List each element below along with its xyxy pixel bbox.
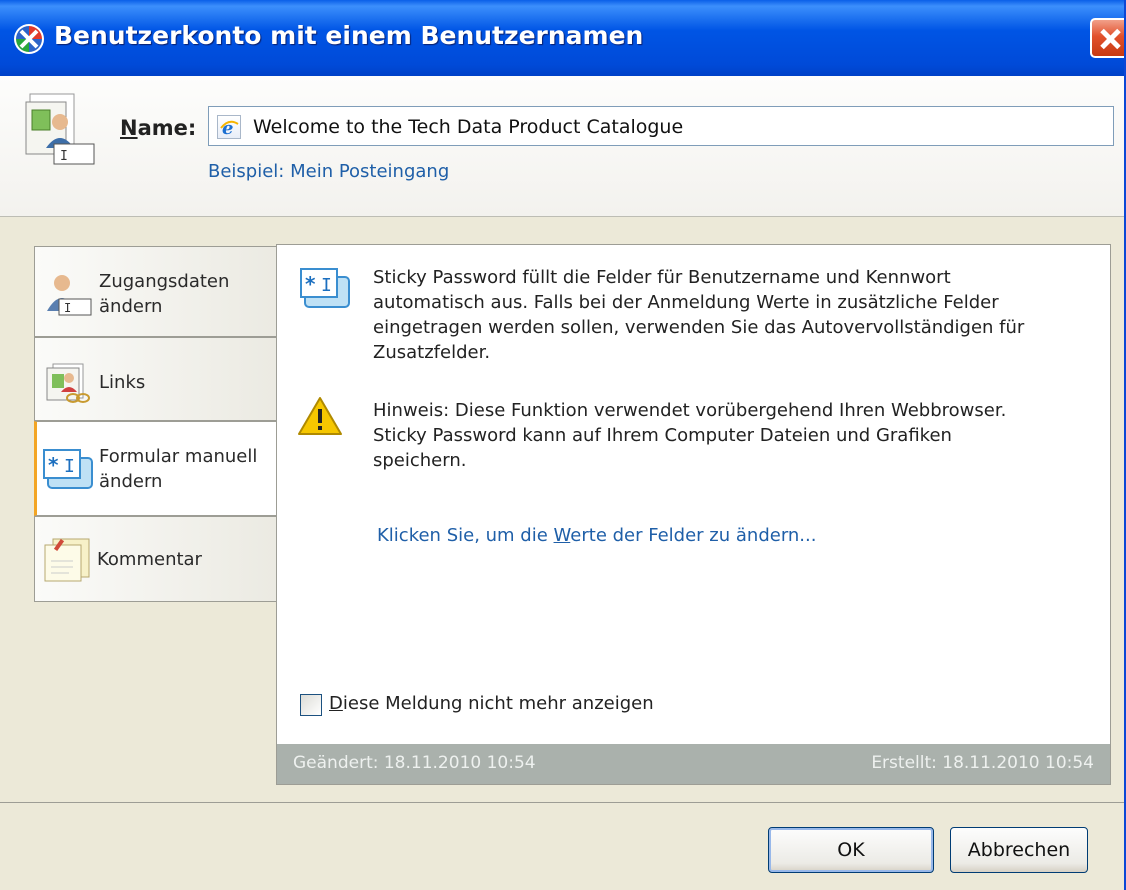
form-field-icon: * I bbox=[43, 449, 93, 489]
tab-credentials-label: Zugangsdaten ändern bbox=[99, 271, 230, 317]
app-logo-icon bbox=[14, 24, 44, 54]
close-button[interactable] bbox=[1090, 18, 1124, 58]
account-user-icon: I bbox=[25, 93, 95, 165]
tab-comment[interactable]: Kommentar bbox=[34, 516, 278, 602]
tab-links-label: Links bbox=[99, 372, 146, 393]
tab-form-manual-label: Formular manuell ändern bbox=[99, 446, 258, 492]
created-date: Erstellt: 18.11.2010 10:54 bbox=[871, 753, 1094, 773]
info-text: Sticky Password füllt die Felder für Ben… bbox=[373, 267, 1025, 363]
svg-text:*: * bbox=[305, 272, 316, 296]
example-hint: Beispiel: Mein Posteingang bbox=[208, 161, 450, 182]
timestamp-bar: Geändert: 18.11.2010 10:54 Erstellt: 18.… bbox=[277, 744, 1110, 784]
name-input[interactable]: e Welcome to the Tech Data Product Catal… bbox=[208, 106, 1114, 146]
warning-text: Hinweis: Diese Funktion verwendet vorübe… bbox=[373, 400, 1007, 471]
svg-text:I: I bbox=[64, 456, 75, 477]
tab-links[interactable]: Links bbox=[34, 337, 278, 421]
links-icon bbox=[46, 363, 90, 403]
warning-icon bbox=[298, 397, 342, 435]
title-bar[interactable]: Benutzerkonto mit einem Benutzernamen bbox=[0, 0, 1124, 76]
cancel-button[interactable]: Abbrechen bbox=[950, 827, 1088, 873]
name-value: Welcome to the Tech Data Product Catalog… bbox=[253, 116, 684, 138]
ok-button[interactable]: OK bbox=[768, 827, 934, 873]
content-panel: * I Sticky Password füllt die Felder für… bbox=[276, 244, 1111, 785]
footer-divider bbox=[0, 802, 1124, 803]
dialog-window: Benutzerkonto mit einem Benutzernamen I … bbox=[0, 0, 1126, 890]
tab-credentials[interactable]: I Zugangsdaten ändern bbox=[34, 246, 278, 337]
edit-fields-link[interactable]: Klicken Sie, um die Werte der Felder zu … bbox=[377, 525, 816, 546]
svg-text:I: I bbox=[321, 275, 332, 296]
form-field-icon: * I bbox=[300, 268, 350, 308]
window-title: Benutzerkonto mit einem Benutzernamen bbox=[54, 21, 644, 50]
tab-comment-label: Kommentar bbox=[97, 549, 202, 570]
svg-text:I: I bbox=[60, 149, 68, 164]
header-panel: I Name: e Welcome to the Tech Data Produ… bbox=[0, 76, 1124, 217]
note-icon bbox=[44, 538, 90, 582]
user-card-icon: I bbox=[47, 275, 92, 316]
svg-text:I: I bbox=[64, 301, 71, 315]
svg-text:*: * bbox=[48, 453, 59, 477]
dont-show-again-label[interactable]: Diese Meldung nicht mehr anzeigen bbox=[329, 693, 654, 714]
internet-explorer-icon: e bbox=[217, 115, 241, 139]
name-label: Name: bbox=[120, 116, 197, 140]
dont-show-again-checkbox[interactable] bbox=[300, 694, 322, 716]
modified-date: Geändert: 18.11.2010 10:54 bbox=[293, 753, 536, 773]
tab-form-manual[interactable]: * I Formular manuell ändern bbox=[34, 421, 278, 516]
